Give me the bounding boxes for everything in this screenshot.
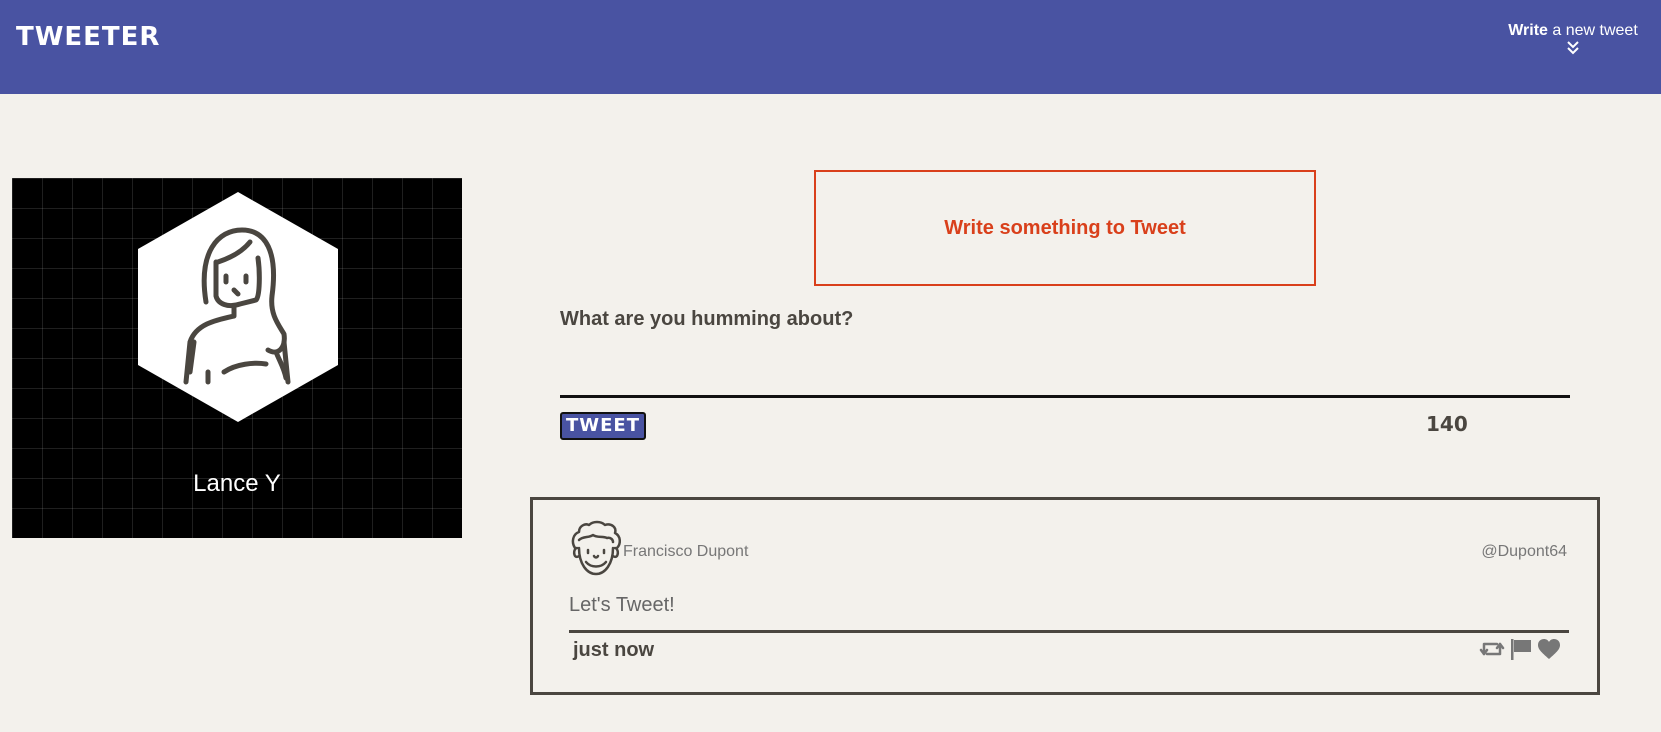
tweet-prompt-label: What are you humming about?: [560, 308, 854, 330]
brand-logo[interactable]: TWEETER: [16, 22, 160, 52]
error-message-box: Write something to Tweet: [814, 170, 1316, 286]
heart-icon[interactable]: [1537, 638, 1561, 660]
retweet-icon[interactable]: [1479, 638, 1505, 660]
tweet-card: Francisco Dupont @Dupont64 Let's Tweet! …: [530, 497, 1600, 695]
profile-name: Lance Y: [193, 470, 281, 497]
author-avatar-icon: [571, 520, 621, 576]
user-avatar-icon: [138, 192, 338, 422]
tweet-author-handle: @Dupont64: [1481, 543, 1567, 560]
character-counter: 140: [1426, 412, 1468, 436]
top-bar: TWEETER Write a new tweet: [0, 0, 1661, 94]
tweet-author-name: Francisco Dupont: [623, 543, 749, 560]
flag-icon[interactable]: [1509, 638, 1533, 660]
tweet-divider: [569, 630, 1569, 633]
write-new-tweet-link[interactable]: Write a new tweet: [1493, 22, 1653, 56]
profile-card: Lance Y: [12, 178, 462, 538]
tweet-input[interactable]: [560, 346, 1570, 398]
tweet-text: Let's Tweet!: [569, 594, 675, 616]
chevron-double-down-icon: [1567, 41, 1579, 55]
write-new-tweet-label: Write a new tweet: [1508, 22, 1638, 39]
error-message: Write something to Tweet: [944, 216, 1186, 239]
tweet-timestamp: just now: [573, 639, 655, 661]
tweet-actions: [1479, 638, 1561, 660]
tweet-button[interactable]: TWEET: [560, 412, 646, 440]
